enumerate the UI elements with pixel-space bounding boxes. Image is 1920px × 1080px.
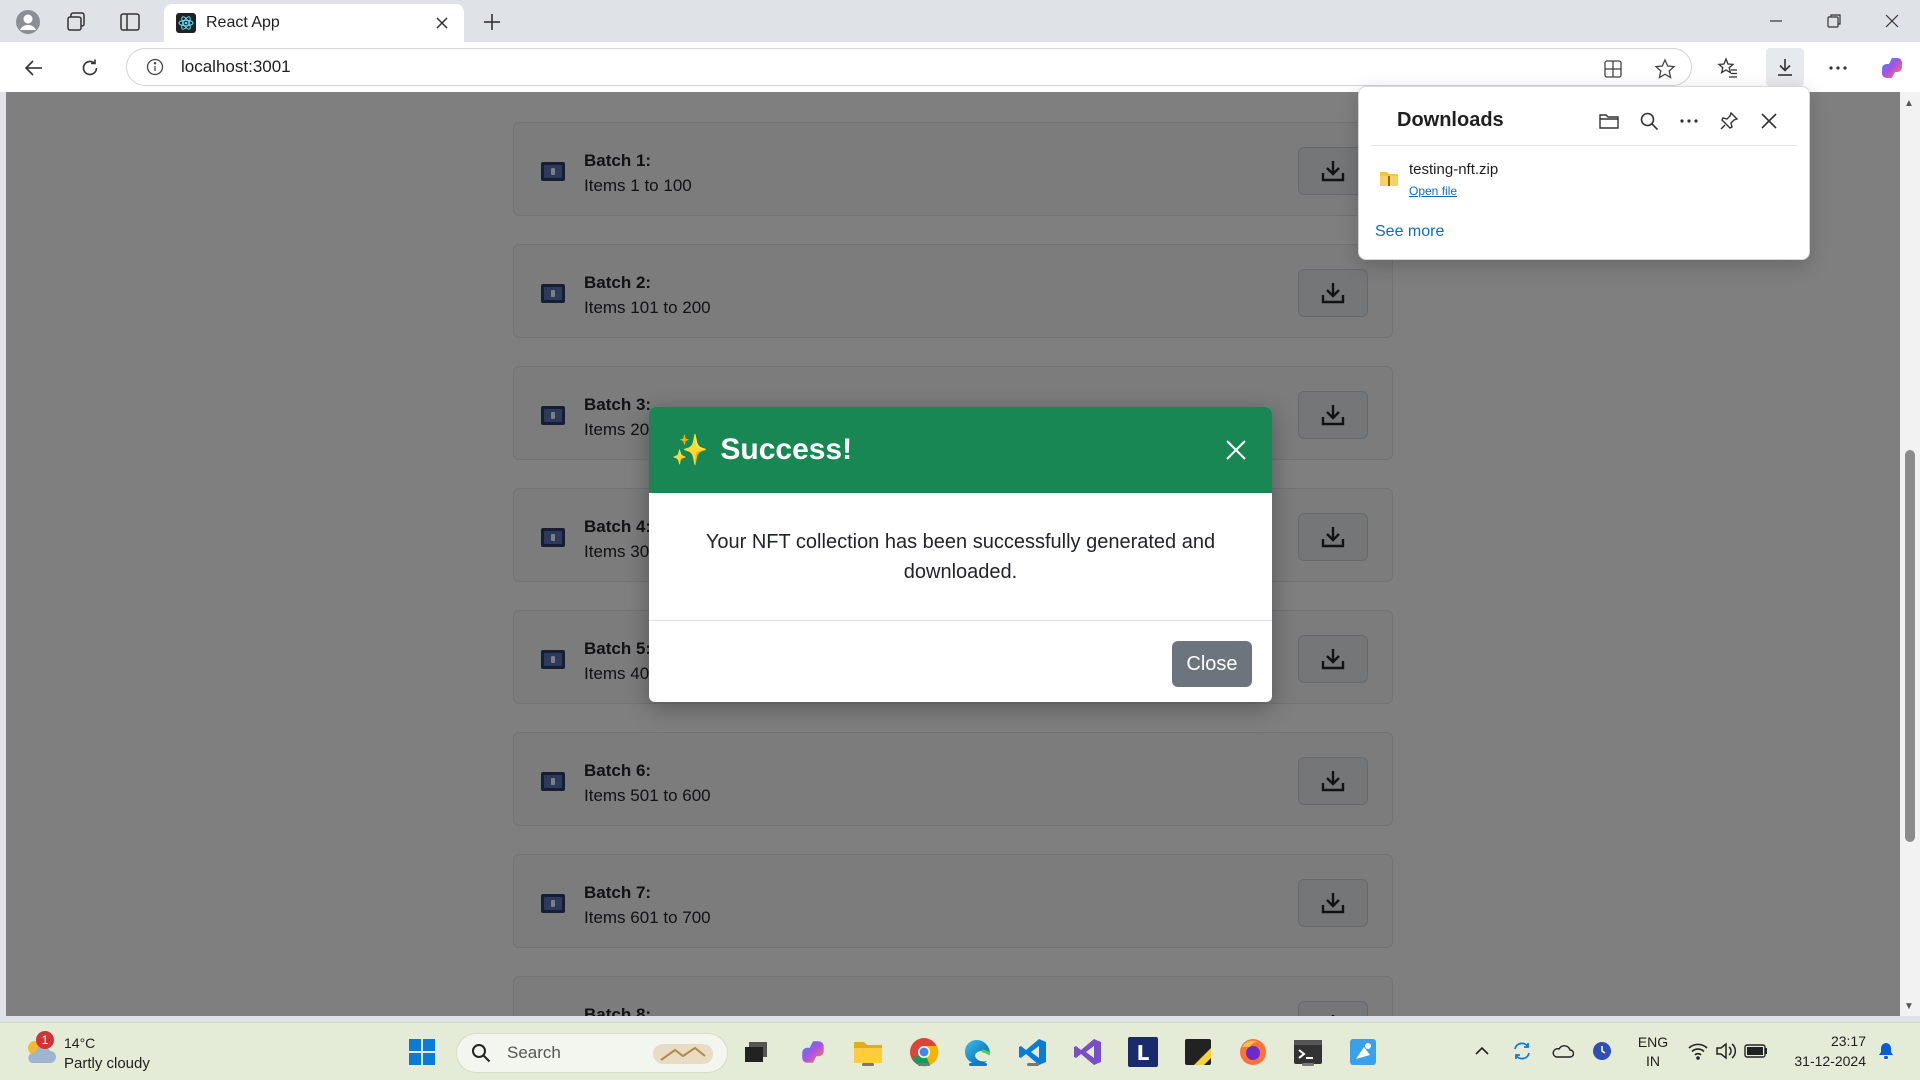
tab-actions-icon[interactable] bbox=[116, 8, 144, 36]
system-clock[interactable]: 23:17 31-12-2024 bbox=[1786, 1031, 1866, 1071]
tab-react-app[interactable]: React App bbox=[164, 4, 464, 42]
language-region: IN bbox=[1646, 1053, 1660, 1069]
back-icon[interactable] bbox=[18, 52, 50, 84]
zip-folder-icon bbox=[1380, 172, 1398, 186]
sync-icon[interactable] bbox=[1510, 1039, 1534, 1063]
site-info-icon[interactable] bbox=[145, 57, 165, 77]
weather-condition: Partly cloudy bbox=[64, 1055, 150, 1072]
running-indicator bbox=[1302, 1063, 1314, 1066]
search-highlight-icon bbox=[653, 1044, 713, 1064]
vscode-icon[interactable] bbox=[1015, 1034, 1051, 1070]
flyout-divider bbox=[1371, 145, 1797, 146]
file-explorer-icon[interactable] bbox=[850, 1034, 886, 1070]
terminal-icon[interactable] bbox=[1290, 1034, 1326, 1070]
pin-icon[interactable] bbox=[1715, 107, 1743, 135]
weather-temp: 14°C bbox=[64, 1035, 96, 1051]
modal-close-icon[interactable] bbox=[1222, 436, 1250, 464]
clock-app-icon[interactable] bbox=[1590, 1039, 1614, 1063]
favorites-icon[interactable] bbox=[1712, 52, 1744, 84]
downloads-flyout: Downloads testing-nft.zip Open file See … bbox=[1358, 86, 1810, 260]
scrollbar-thumb[interactable] bbox=[1905, 450, 1915, 842]
volume-icon[interactable] bbox=[1714, 1039, 1738, 1063]
sparkles-icon: ✨ bbox=[671, 433, 709, 467]
favorite-star-icon[interactable] bbox=[1653, 57, 1677, 81]
scroll-up-icon[interactable]: ▲ bbox=[1904, 98, 1914, 109]
language-code: ENG bbox=[1637, 1034, 1669, 1050]
clock-time: 23:17 bbox=[1830, 1033, 1866, 1049]
windows-taskbar: 1 14°C Partly cloudy Search L ENG IN 23:… bbox=[0, 1022, 1920, 1080]
wifi-icon[interactable] bbox=[1686, 1039, 1710, 1063]
restore-icon[interactable] bbox=[1814, 6, 1854, 36]
profile-icon[interactable] bbox=[14, 8, 42, 36]
edge-icon[interactable] bbox=[960, 1034, 996, 1070]
search-icon bbox=[469, 1041, 493, 1065]
show-hidden-icons-icon[interactable] bbox=[1470, 1039, 1494, 1063]
open-file-link[interactable]: Open file bbox=[1409, 184, 1457, 198]
svg-text:L: L bbox=[1137, 1041, 1150, 1065]
battery-icon[interactable] bbox=[1744, 1039, 1768, 1063]
open-folder-icon[interactable] bbox=[1595, 107, 1623, 135]
firefox-icon[interactable] bbox=[1235, 1034, 1271, 1070]
weather-widget[interactable]: 1 14°C Partly cloudy bbox=[22, 1031, 202, 1075]
running-indicator bbox=[862, 1063, 874, 1066]
minimize-icon[interactable] bbox=[1756, 6, 1796, 36]
see-more-link[interactable]: See more bbox=[1375, 223, 1444, 241]
modal-footer: Close bbox=[649, 621, 1272, 702]
running-indicator bbox=[1027, 1063, 1039, 1066]
close-button[interactable]: Close bbox=[1172, 641, 1252, 687]
clock-date: 31-12-2024 bbox=[1794, 1053, 1866, 1069]
tab-title: React App bbox=[206, 14, 280, 31]
notification-bell-icon[interactable] bbox=[1874, 1039, 1898, 1063]
app-available-icon[interactable] bbox=[1601, 57, 1625, 81]
workspaces-icon[interactable] bbox=[62, 8, 90, 36]
close-tab-icon[interactable] bbox=[432, 13, 452, 33]
browser-tab-strip: React App bbox=[0, 0, 1920, 42]
more-menu-icon[interactable] bbox=[1822, 52, 1854, 84]
onedrive-icon[interactable] bbox=[1550, 1039, 1574, 1063]
sticky-notes-icon[interactable] bbox=[1180, 1034, 1216, 1070]
address-bar-row: localhost:3001 bbox=[0, 42, 1920, 92]
downloads-title: Downloads bbox=[1397, 109, 1504, 131]
task-view-icon[interactable] bbox=[738, 1034, 774, 1070]
new-tab-icon[interactable] bbox=[478, 8, 506, 36]
page-scrollbar[interactable]: ▲ ▼ bbox=[1900, 92, 1920, 1016]
url-text: localhost:3001 bbox=[181, 57, 291, 76]
copilot-icon[interactable] bbox=[1876, 52, 1908, 84]
modal-message: Your NFT collection has been successfull… bbox=[705, 530, 1216, 583]
modal-header: ✨ Success! bbox=[649, 407, 1272, 493]
downloads-more-icon[interactable] bbox=[1675, 107, 1703, 135]
paint-icon[interactable] bbox=[1345, 1034, 1381, 1070]
modal-title: Success! bbox=[720, 433, 853, 466]
download-file-name[interactable]: testing-nft.zip bbox=[1409, 161, 1498, 178]
running-indicator bbox=[918, 1063, 930, 1066]
visual-studio-icon[interactable] bbox=[1070, 1034, 1106, 1070]
refresh-icon[interactable] bbox=[74, 52, 106, 84]
react-favicon-icon bbox=[176, 13, 196, 33]
close-window-icon[interactable] bbox=[1872, 6, 1912, 36]
address-bar[interactable]: localhost:3001 bbox=[126, 48, 1692, 86]
active-indicator bbox=[969, 1063, 987, 1066]
windows-start-icon[interactable] bbox=[404, 1034, 440, 1070]
language-indicator[interactable]: ENG IN bbox=[1634, 1033, 1672, 1071]
chrome-icon[interactable] bbox=[906, 1034, 942, 1070]
copilot-app-icon[interactable] bbox=[795, 1034, 831, 1070]
modal-body: Your NFT collection has been successfull… bbox=[649, 493, 1272, 621]
success-modal: ✨ Success! Your NFT collection has been … bbox=[649, 407, 1272, 702]
search-downloads-icon[interactable] bbox=[1635, 107, 1663, 135]
search-placeholder: Search bbox=[507, 1043, 561, 1062]
weather-alert-badge: 1 bbox=[36, 1031, 54, 1049]
downloads-icon[interactable] bbox=[1766, 48, 1804, 86]
close-flyout-icon[interactable] bbox=[1755, 107, 1783, 135]
scroll-down-icon[interactable]: ▼ bbox=[1904, 1001, 1914, 1012]
l-app-icon[interactable]: L bbox=[1125, 1034, 1161, 1070]
taskbar-search[interactable]: Search bbox=[456, 1033, 728, 1073]
